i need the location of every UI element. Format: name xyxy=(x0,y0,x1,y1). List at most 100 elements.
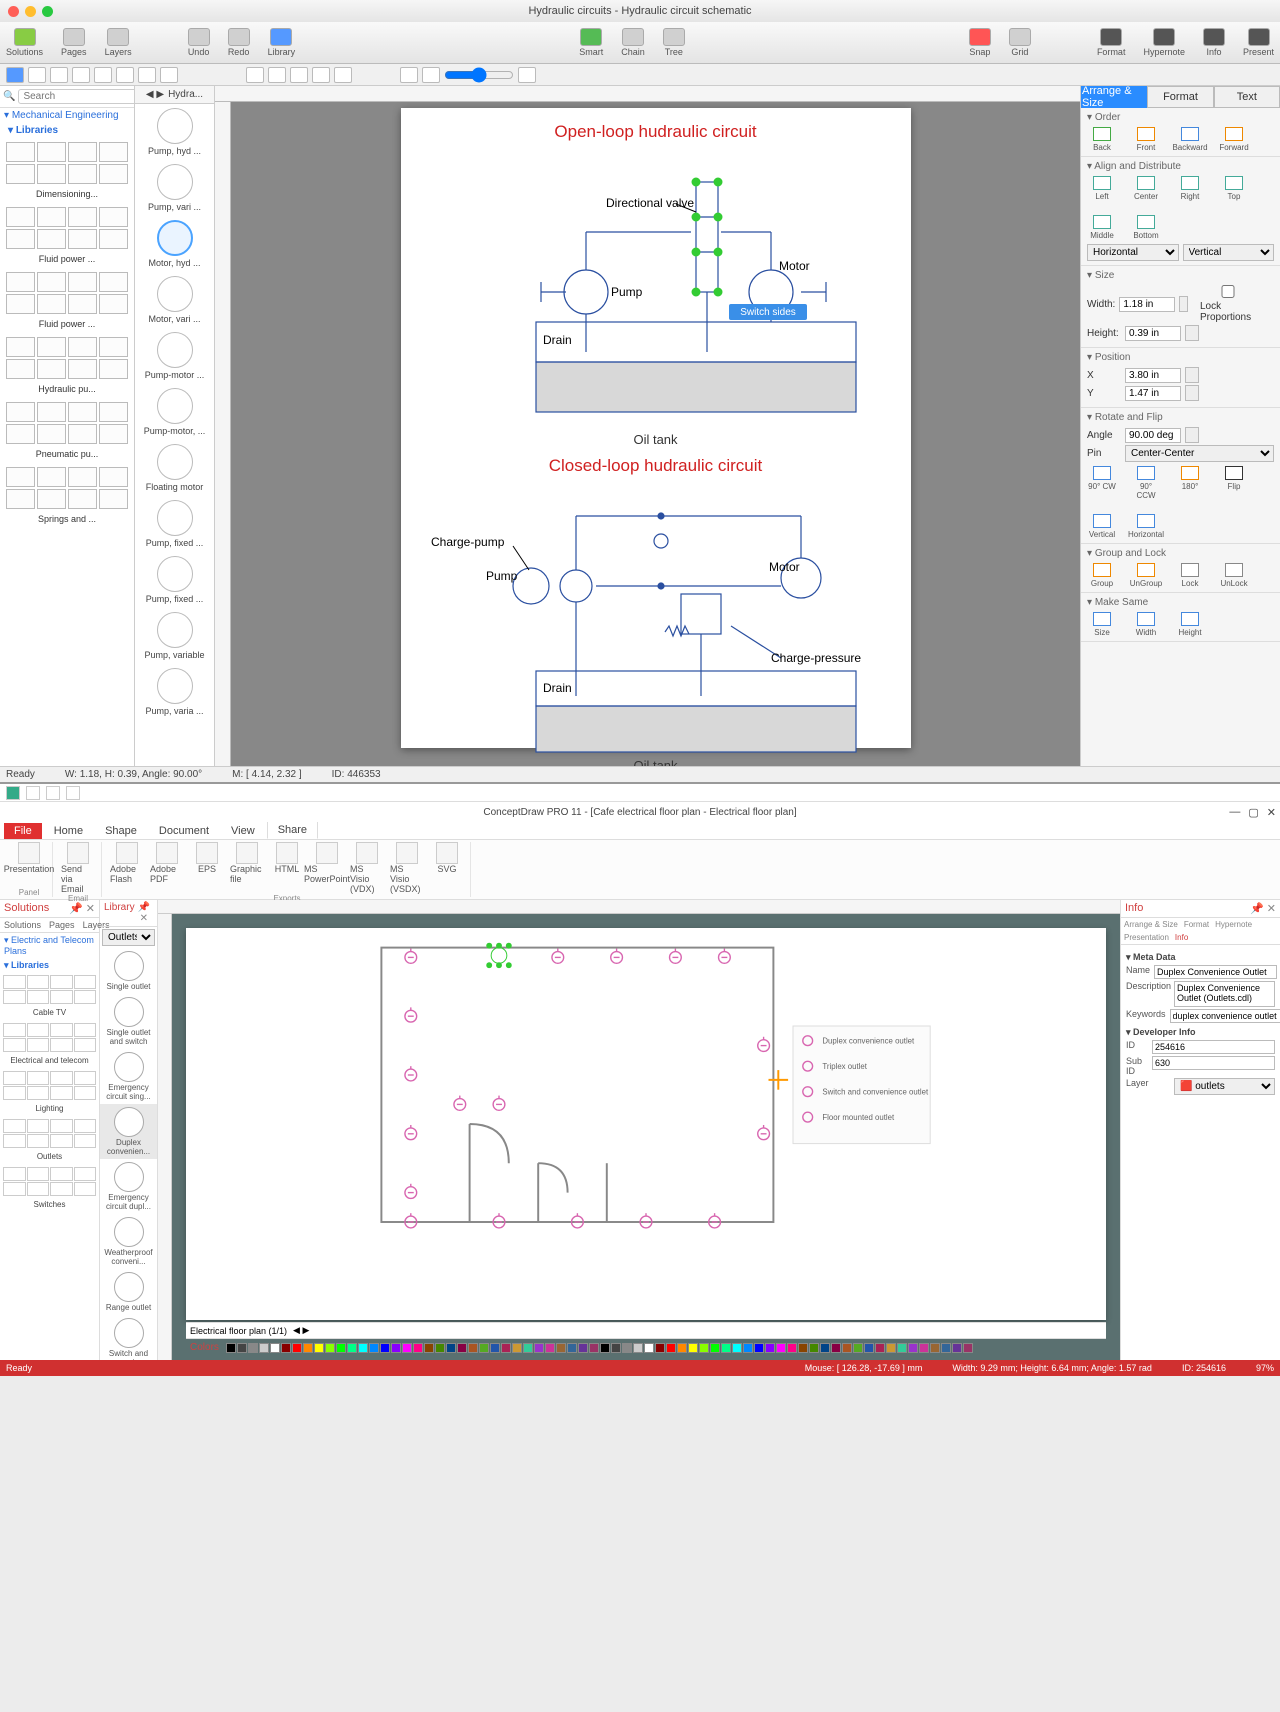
section-align[interactable]: ▾ Align and Distribute xyxy=(1087,161,1274,172)
color-swatch[interactable] xyxy=(765,1343,775,1353)
shape-item[interactable]: Emergency circuit dupl... xyxy=(100,1159,157,1214)
library-shape-thumb[interactable] xyxy=(74,1071,97,1085)
library-shape-thumb[interactable] xyxy=(99,142,128,162)
dev-id-input[interactable] xyxy=(1152,1040,1275,1054)
hypernote-button[interactable]: Hypernote xyxy=(1143,28,1185,57)
close-icon[interactable] xyxy=(8,6,19,17)
section-group[interactable]: ▾ Group and Lock xyxy=(1087,548,1274,559)
color-swatch[interactable] xyxy=(688,1343,698,1353)
color-swatch[interactable] xyxy=(413,1343,423,1353)
library-shape-thumb[interactable] xyxy=(68,142,97,162)
library-shape-thumb[interactable] xyxy=(74,1134,97,1148)
angle-input[interactable] xyxy=(1125,428,1181,443)
action-top[interactable]: Top xyxy=(1219,176,1249,201)
width-stepper[interactable] xyxy=(1179,296,1188,312)
action-lock[interactable]: Lock xyxy=(1175,563,1205,588)
section-position[interactable]: ▾ Position xyxy=(1087,352,1274,363)
color-swatch[interactable] xyxy=(721,1343,731,1353)
ribbon-export-ms-visio-vsdx-[interactable]: MS Visio (VSDX) xyxy=(390,842,424,894)
shape-item[interactable]: Motor, vari ... xyxy=(135,272,214,328)
color-swatch[interactable] xyxy=(853,1343,863,1353)
tab-solutions[interactable]: Solutions xyxy=(0,918,45,932)
library-shape-thumb[interactable] xyxy=(6,402,35,422)
library-shape-thumb[interactable] xyxy=(74,1023,97,1037)
edit-tool-icon[interactable] xyxy=(246,67,264,83)
shape-item[interactable]: Pump, fixed ... xyxy=(135,496,214,552)
library-shape-thumb[interactable] xyxy=(27,1038,50,1052)
meta-keywords-input[interactable] xyxy=(1170,1009,1280,1023)
ribbon-tab-document[interactable]: Document xyxy=(149,823,219,839)
color-swatch[interactable] xyxy=(644,1343,654,1353)
color-swatch[interactable] xyxy=(842,1343,852,1353)
color-swatch[interactable] xyxy=(732,1343,742,1353)
library-button[interactable]: Library xyxy=(268,28,296,57)
color-swatch[interactable] xyxy=(457,1343,467,1353)
distribute-tool-icon[interactable] xyxy=(290,67,308,83)
library-shape-thumb[interactable] xyxy=(6,424,35,444)
horizontal-select[interactable]: Horizontal xyxy=(1087,244,1179,261)
meta-name-input[interactable] xyxy=(1154,965,1277,979)
color-swatch[interactable] xyxy=(930,1343,940,1353)
action-ungroup[interactable]: UnGroup xyxy=(1131,563,1161,588)
x-stepper[interactable] xyxy=(1185,367,1199,383)
outlet-symbol[interactable] xyxy=(719,949,731,964)
color-swatch[interactable] xyxy=(633,1343,643,1353)
metadata-header[interactable]: ▾ Meta Data xyxy=(1126,952,1275,963)
ribbon-export-graphic-file[interactable]: Graphic file xyxy=(230,842,264,894)
color-swatch[interactable] xyxy=(545,1343,555,1353)
win-minimize-icon[interactable]: — xyxy=(1229,806,1240,819)
color-swatch[interactable] xyxy=(798,1343,808,1353)
library-shape-thumb[interactable] xyxy=(6,359,35,379)
outlet-symbol[interactable] xyxy=(572,1213,584,1228)
info-tab-presentation[interactable]: Presentation xyxy=(1121,931,1172,944)
shape-item[interactable]: Weatherproof conveni... xyxy=(100,1214,157,1269)
library-shape-thumb[interactable] xyxy=(50,1182,73,1196)
color-swatch[interactable] xyxy=(831,1343,841,1353)
info-tab-format[interactable]: Format xyxy=(1181,918,1212,931)
height-stepper[interactable] xyxy=(1185,325,1199,341)
library-shape-thumb[interactable] xyxy=(99,337,128,357)
library-shape-thumb[interactable] xyxy=(68,424,97,444)
library-shape-thumb[interactable] xyxy=(50,1119,73,1133)
library-shape-thumb[interactable] xyxy=(6,272,35,292)
library-shape-thumb[interactable] xyxy=(3,1086,26,1100)
color-swatch[interactable] xyxy=(710,1343,720,1353)
shape-item[interactable]: Pump-motor, ... xyxy=(135,384,214,440)
library-pin-icon[interactable]: 📌 ✕ xyxy=(135,902,153,924)
undo-button[interactable]: Undo xyxy=(188,28,210,57)
color-swatch[interactable] xyxy=(600,1343,610,1353)
category-electric[interactable]: ▾ Electric and Telecom Plans xyxy=(0,933,99,958)
library-shape-thumb[interactable] xyxy=(6,164,35,184)
outlet-symbol[interactable] xyxy=(611,949,623,964)
library-shape-thumb[interactable] xyxy=(3,1167,26,1181)
library-shape-thumb[interactable] xyxy=(37,489,66,509)
action-flip[interactable]: Flip xyxy=(1219,466,1249,500)
outlet-symbol[interactable] xyxy=(670,949,682,964)
ribbon-tab-view[interactable]: View xyxy=(221,823,265,839)
library-shape-thumb[interactable] xyxy=(27,1086,50,1100)
shape-item[interactable]: Duplex convenien... xyxy=(100,1104,157,1159)
tab-format[interactable]: Format xyxy=(1147,86,1213,108)
color-swatch[interactable] xyxy=(380,1343,390,1353)
width-input[interactable] xyxy=(1119,297,1175,312)
zoom-in-icon[interactable] xyxy=(400,67,418,83)
shape-item[interactable]: Emergency circuit sing... xyxy=(100,1049,157,1104)
shape-item[interactable]: Pump, varia ... xyxy=(135,664,214,720)
ribbon-tab-file[interactable]: File xyxy=(4,823,42,839)
format-button[interactable]: Format xyxy=(1097,28,1126,57)
color-swatch[interactable] xyxy=(446,1343,456,1353)
color-swatch[interactable] xyxy=(875,1343,885,1353)
library-group[interactable]: Dimensioning... xyxy=(0,138,134,203)
color-swatch[interactable] xyxy=(743,1343,753,1353)
action--ccw[interactable]: 90° CCW xyxy=(1131,466,1161,500)
library-group[interactable]: Lighting xyxy=(0,1069,99,1117)
color-swatch[interactable] xyxy=(611,1343,621,1353)
section-rotate[interactable]: ▾ Rotate and Flip xyxy=(1087,412,1274,423)
library-shape-thumb[interactable] xyxy=(3,990,26,1004)
library-shape-thumb[interactable] xyxy=(50,1086,73,1100)
pointer-tool-icon[interactable] xyxy=(6,67,24,83)
devinfo-header[interactable]: ▾ Developer Info xyxy=(1126,1027,1275,1038)
win-maximize-icon[interactable]: ▢ xyxy=(1248,806,1258,819)
library-shape-thumb[interactable] xyxy=(6,207,35,227)
color-swatch[interactable] xyxy=(787,1343,797,1353)
